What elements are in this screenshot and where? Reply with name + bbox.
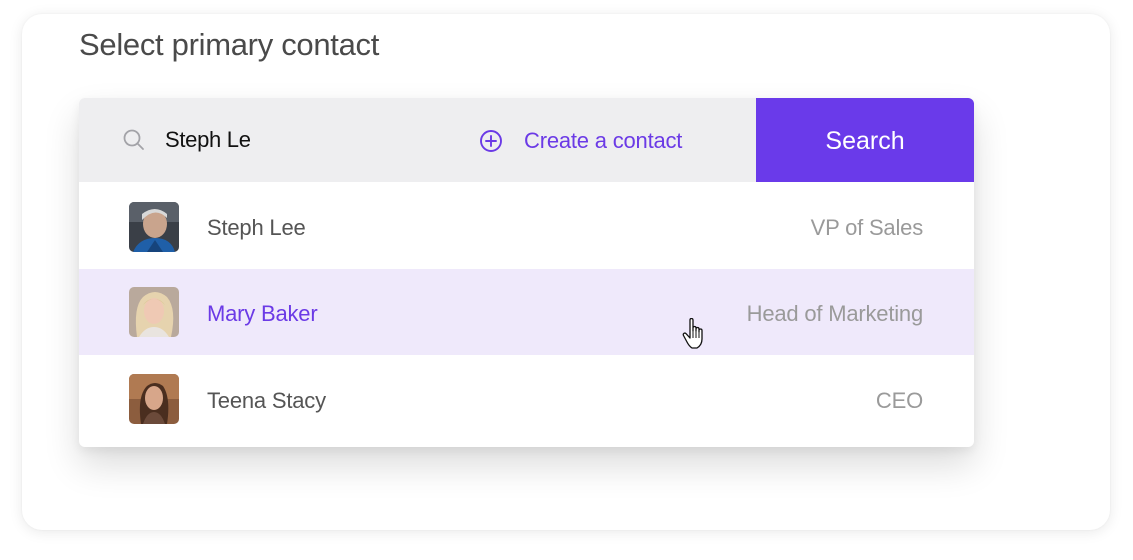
search-bar: Create a contact Search [79,98,974,182]
avatar-photo [129,202,179,252]
list-item[interactable]: Mary Baker Head of Marketing [79,269,974,355]
search-input[interactable] [165,124,425,156]
search-button[interactable]: Search [756,98,974,182]
avatar [129,374,179,424]
create-contact-label: Create a contact [524,128,683,153]
contact-name: Steph Lee [207,215,306,240]
avatar [129,202,179,252]
contact-role: VP of Sales [810,215,924,240]
avatar-photo [129,374,179,424]
list-item[interactable]: Steph Lee VP of Sales [79,182,974,269]
create-contact-button[interactable]: Create a contact [479,126,682,156]
plus-circle-icon [480,130,502,152]
contact-role: Head of Marketing [746,301,924,326]
contact-results-list: Steph Lee VP of Sales Mary Baker Head of… [79,182,974,445]
contact-search-widget: Create a contact Search Steph Lee VP of … [79,98,974,447]
search-icon [123,129,144,150]
avatar [129,287,179,337]
contact-role: CEO [875,388,923,413]
contact-name: Mary Baker [207,301,318,326]
avatar-photo [129,287,179,337]
list-item[interactable]: Teena Stacy CEO [79,355,974,445]
contact-name: Teena Stacy [207,388,326,413]
page-title: Select primary contact [79,27,380,62]
